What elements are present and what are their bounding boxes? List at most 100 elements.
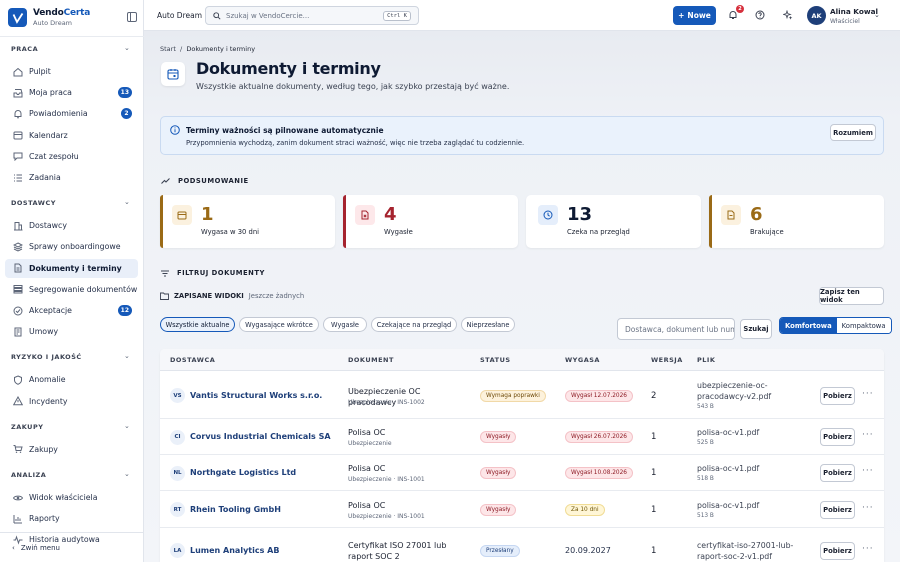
filter-chip[interactable]: Czekające na przegląd — [371, 317, 457, 332]
sidebar-item-zadania[interactable]: Zadania — [5, 168, 138, 187]
sidebar: VendoCerta Auto Dream PRACA ⌄ Pulpit Moja p… — [0, 0, 144, 562]
chevron-down-icon[interactable]: ⌄ — [874, 11, 880, 19]
clock-icon — [538, 205, 558, 225]
sidebar-item-sprawy-onboardingowe[interactable]: Sprawy onboardingowe — [5, 237, 138, 256]
sidebar-item-pulpit[interactable]: Pulpit — [5, 62, 138, 81]
sidebar-item-akceptacje[interactable]: Akceptacje 12 — [5, 301, 138, 320]
global-search[interactable]: Szukaj w VendoCercie... Ctrl K — [205, 6, 419, 25]
chevron-down-icon[interactable]: ⌄ — [124, 44, 130, 52]
summary-card[interactable]: 4 Wygasłe — [343, 195, 518, 248]
table-header: DOSTAWCA DOKUMENT STATUS WYGASA WERSJA P… — [160, 349, 884, 371]
sidebar-item-raporty[interactable]: Raporty — [5, 509, 138, 528]
table-row: VS Vantis Structural Works s.r.o. Ubezpiec… — [160, 372, 884, 419]
summary-card[interactable]: 13 Czeka na przegląd — [526, 195, 701, 248]
brand-org: Auto Dream — [33, 19, 73, 27]
sidebar-section-heading[interactable]: ANALIZA — [11, 471, 46, 479]
user-name[interactable]: Alina Kowal — [830, 7, 878, 16]
vendor-name-link[interactable]: Corvus Industrial Chemicals SA — [190, 432, 331, 441]
chevron-down-icon[interactable]: ⌄ — [124, 352, 130, 360]
sidebar-section-heading[interactable]: PRACA — [11, 45, 38, 53]
more-actions-icon[interactable]: ··· — [862, 389, 874, 399]
vendor-name-link[interactable]: Vantis Structural Works s.r.o. — [190, 391, 322, 400]
breadcrumb-separator: / — [180, 45, 183, 53]
sidebar-section-heading[interactable]: ZAKUPY — [11, 423, 43, 431]
page-subtitle: Wszystkie aktualne dokumenty, według teg… — [196, 82, 510, 91]
document-name[interactable]: Polisa OC — [348, 500, 468, 511]
download-button[interactable]: Pobierz — [820, 386, 855, 405]
sidebar-item-moja-praca[interactable]: Moja praca 13 — [5, 83, 138, 102]
more-actions-icon[interactable]: ··· — [862, 544, 874, 554]
sparkle-icon[interactable] — [782, 9, 794, 21]
chevron-down-icon[interactable]: ⌄ — [124, 470, 130, 478]
search-shortcut: Ctrl K — [383, 11, 411, 21]
count-badge: 2 — [121, 108, 132, 120]
sidebar-item-label: Kalendarz — [29, 130, 68, 140]
brand[interactable]: VendoCerta Auto Dream — [8, 8, 90, 27]
breadcrumb-start[interactable]: Start — [160, 45, 176, 53]
density-comfortable[interactable]: Komfortowa — [780, 318, 837, 333]
search-button[interactable]: Szukaj — [740, 319, 772, 339]
vendor-name-link[interactable]: Northgate Logistics Ltd — [190, 468, 296, 477]
download-button[interactable]: Pobierz — [820, 500, 855, 519]
document-search-input[interactable]: Dostawca, dokument lub numer — [617, 318, 735, 340]
sidebar-item-zakupy[interactable]: Zakupy — [5, 440, 138, 459]
sidebar-item-widok-właściciela[interactable]: Widok właściciela — [5, 488, 138, 507]
help-icon[interactable] — [754, 9, 766, 21]
col-document[interactable]: DOKUMENT — [348, 349, 394, 371]
avatar[interactable]: AK — [807, 6, 826, 25]
more-actions-icon[interactable]: ··· — [862, 503, 874, 513]
sidebar-item-label: Dostawcy — [29, 221, 67, 231]
new-button[interactable]: + Nowe — [673, 6, 716, 25]
col-version[interactable]: WERSJA — [651, 349, 683, 371]
download-button[interactable]: Pobierz — [820, 541, 855, 560]
dismiss-banner-button[interactable]: Rozumiem — [830, 124, 876, 141]
chevron-down-icon[interactable]: ⌄ — [124, 422, 130, 430]
sidebar-item-incydenty[interactable]: Incydenty — [5, 392, 138, 411]
sidebar-item-czat-zespołu[interactable]: Czat zespołu — [5, 147, 138, 166]
sidebar-item-dostawcy[interactable]: Dostawcy — [5, 216, 138, 235]
col-file[interactable]: PLIK — [697, 349, 715, 371]
logo-icon — [8, 8, 27, 27]
sidebar-item-kalendarz[interactable]: Kalendarz — [5, 126, 138, 145]
file-size: 518 B — [697, 476, 714, 482]
cart-icon — [13, 444, 23, 454]
document-name[interactable]: Certyfikat ISO 27001 lub raport SOC 2 — [348, 540, 468, 562]
summary-card[interactable]: 1 Wygasa w 30 dni — [160, 195, 335, 248]
filter-chip[interactable]: Wszystkie aktualne — [160, 317, 235, 332]
chevron-down-icon[interactable]: ⌄ — [124, 198, 130, 206]
vendor-name-link[interactable]: Lumen Analytics AB — [190, 546, 279, 555]
collapse-menu-button[interactable]: ‹ Zwiń menu — [0, 532, 144, 562]
status-badge: Przesłany — [480, 544, 520, 557]
col-status[interactable]: STATUS — [480, 349, 511, 371]
filter-chip[interactable]: Wygasłe — [323, 317, 367, 332]
sidebar-item-label: Umowy — [29, 327, 59, 337]
filter-chip[interactable]: Wygasające wkrótce — [239, 317, 319, 332]
vendor-name-link[interactable]: Rhein Tooling GmbH — [190, 505, 281, 514]
calendar-icon — [161, 62, 185, 86]
org-switcher[interactable]: Auto Dream — [157, 11, 202, 20]
document-name[interactable]: Polisa OC — [348, 463, 468, 474]
summary-value: 1 — [201, 204, 214, 225]
more-actions-icon[interactable]: ··· — [862, 430, 874, 440]
download-button[interactable]: Pobierz — [820, 428, 855, 446]
sidebar-item-umowy[interactable]: Umowy — [5, 322, 138, 341]
density-compact[interactable]: Kompaktowa — [836, 318, 891, 333]
sidebar-toggle-icon[interactable] — [127, 12, 137, 24]
summary-card[interactable]: 6 Brakujące — [709, 195, 884, 248]
col-expires[interactable]: WYGASA — [565, 349, 600, 371]
sidebar-section-heading[interactable]: RYZYKO I JAKOŚĆ — [11, 353, 82, 361]
filter-chip[interactable]: Nieprzesłane — [461, 317, 515, 332]
document-meta: Ubezpieczenie · INS-1002 — [348, 398, 425, 406]
sidebar-item-dokumenty-i-terminy[interactable]: Dokumenty i terminy — [5, 258, 138, 278]
document-name[interactable]: Polisa OC — [348, 427, 468, 438]
more-actions-icon[interactable]: ··· — [862, 466, 874, 476]
download-button[interactable]: Pobierz — [820, 464, 855, 482]
sidebar-item-label: Dokumenty i terminy — [29, 263, 122, 273]
sidebar-item-powiadomienia[interactable]: Powiadomienia 2 — [5, 104, 138, 123]
sidebar-item-anomalie[interactable]: Anomalie — [5, 370, 138, 389]
sidebar-section-heading[interactable]: DOSTAWCY — [11, 199, 56, 207]
col-vendor[interactable]: DOSTAWCA — [170, 349, 215, 371]
sidebar-item-segregowanie-dokumentów[interactable]: Segregowanie dokumentów — [5, 280, 138, 299]
save-view-button[interactable]: Zapisz ten widok — [819, 287, 884, 305]
bell-icon[interactable]: 2 — [727, 5, 744, 21]
